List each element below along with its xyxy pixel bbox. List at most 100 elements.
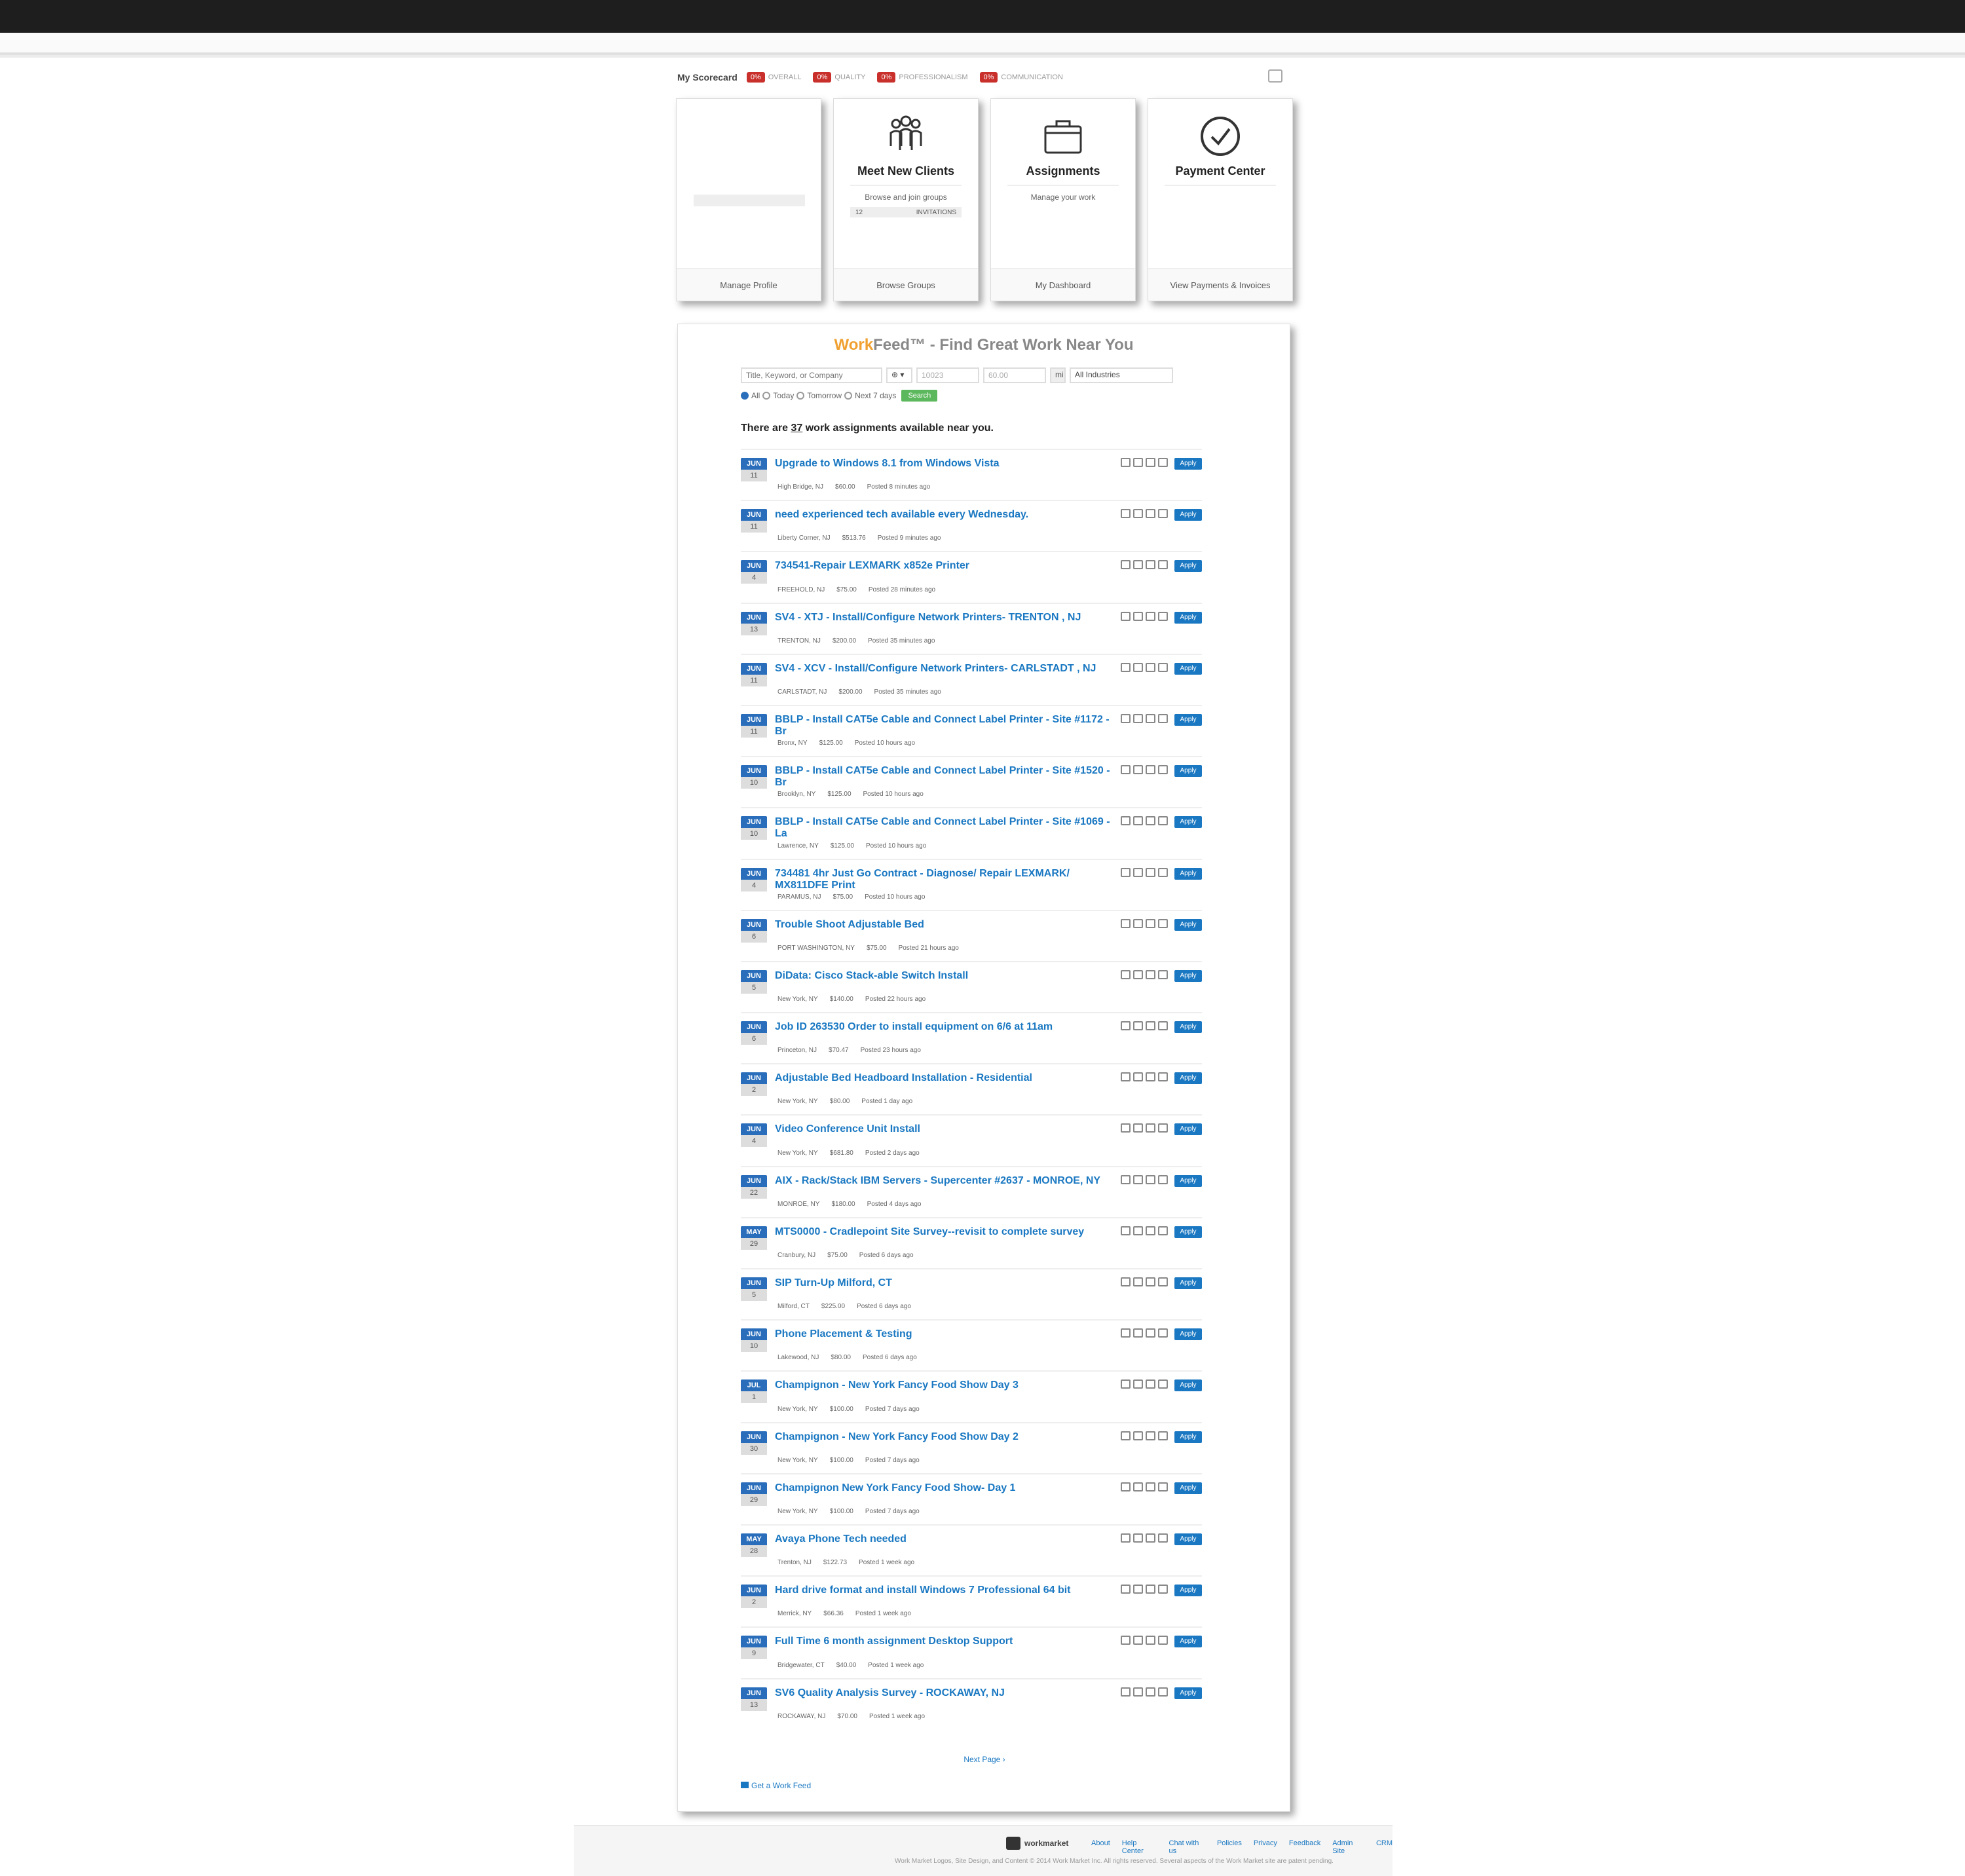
email-icon[interactable] bbox=[1158, 816, 1168, 826]
facebook-icon[interactable] bbox=[1133, 867, 1143, 877]
share-icon[interactable] bbox=[1146, 1533, 1155, 1543]
facebook-icon[interactable] bbox=[1133, 509, 1143, 519]
share-icon[interactable] bbox=[1146, 662, 1155, 672]
search-button[interactable]: Search bbox=[901, 390, 938, 402]
email-icon[interactable] bbox=[1158, 662, 1168, 672]
email-icon[interactable] bbox=[1158, 1482, 1168, 1491]
apply-button[interactable]: Apply bbox=[1174, 1226, 1202, 1238]
job-title-link[interactable]: AIX - Rack/Stack IBM Servers - Supercent… bbox=[775, 1175, 1115, 1187]
calendar-icon[interactable] bbox=[1121, 816, 1131, 826]
meet-new-clients-card[interactable]: Meet New Clients Browse and join groups … bbox=[833, 98, 979, 301]
apply-button[interactable]: Apply bbox=[1174, 1174, 1202, 1187]
radio-all[interactable] bbox=[741, 392, 749, 400]
job-title-link[interactable]: BBLP - Install CAT5e Cable and Connect L… bbox=[775, 714, 1115, 738]
payment-center-card[interactable]: Payment Center View Payments & Invoices bbox=[1148, 98, 1293, 301]
assignments-card[interactable]: Assignments Manage your work My Dashboar… bbox=[990, 98, 1136, 301]
job-title-link[interactable]: need experienced tech available every We… bbox=[775, 509, 1115, 521]
calendar-icon[interactable] bbox=[1121, 1379, 1131, 1389]
job-title-link[interactable]: Hard drive format and install Windows 7 … bbox=[775, 1585, 1115, 1596]
apply-button[interactable]: Apply bbox=[1174, 765, 1202, 778]
calendar-icon[interactable] bbox=[1121, 662, 1131, 672]
email-icon[interactable] bbox=[1158, 918, 1168, 928]
share-icon[interactable] bbox=[1146, 765, 1155, 775]
share-icon[interactable] bbox=[1146, 1174, 1155, 1184]
job-title-link[interactable]: Champignon - New York Fancy Food Show Da… bbox=[775, 1379, 1115, 1391]
calendar-icon[interactable] bbox=[1121, 713, 1131, 723]
apply-button[interactable]: Apply bbox=[1174, 1431, 1202, 1443]
facebook-icon[interactable] bbox=[1133, 1533, 1143, 1543]
email-icon[interactable] bbox=[1158, 1072, 1168, 1082]
apply-button[interactable]: Apply bbox=[1174, 509, 1202, 521]
share-icon[interactable] bbox=[1146, 1021, 1155, 1031]
industry-select[interactable]: All Industries bbox=[1070, 367, 1173, 383]
email-icon[interactable] bbox=[1158, 867, 1168, 877]
facebook-icon[interactable] bbox=[1133, 1226, 1143, 1235]
apply-button[interactable]: Apply bbox=[1174, 918, 1202, 931]
facebook-icon[interactable] bbox=[1133, 1431, 1143, 1440]
invitations-bar[interactable]: 12 INVITATIONS bbox=[850, 207, 962, 217]
job-title-link[interactable]: DiData: Cisco Stack-able Switch Install bbox=[775, 970, 1115, 982]
footer-link-feedback[interactable]: Feedback bbox=[1289, 1839, 1320, 1855]
apply-button[interactable]: Apply bbox=[1174, 1379, 1202, 1392]
facebook-icon[interactable] bbox=[1133, 662, 1143, 672]
email-icon[interactable] bbox=[1158, 1431, 1168, 1440]
footer-link-about[interactable]: About bbox=[1091, 1839, 1110, 1855]
job-title-link[interactable]: Trouble Shoot Adjustable Bed bbox=[775, 919, 1115, 931]
email-icon[interactable] bbox=[1158, 1687, 1168, 1697]
calendar-icon[interactable] bbox=[1121, 918, 1131, 928]
radius-input[interactable] bbox=[983, 367, 1046, 383]
share-icon[interactable] bbox=[1146, 1379, 1155, 1389]
apply-button[interactable]: Apply bbox=[1174, 1687, 1202, 1699]
apply-button[interactable]: Apply bbox=[1174, 1482, 1202, 1494]
share-icon[interactable] bbox=[1146, 611, 1155, 621]
email-icon[interactable] bbox=[1158, 509, 1168, 519]
apply-button[interactable]: Apply bbox=[1174, 1533, 1202, 1545]
manage-profile-link[interactable]: Manage Profile bbox=[677, 268, 821, 301]
facebook-icon[interactable] bbox=[1133, 1174, 1143, 1184]
email-icon[interactable] bbox=[1158, 458, 1168, 467]
share-icon[interactable] bbox=[1146, 1328, 1155, 1338]
image-icon[interactable] bbox=[1268, 69, 1282, 83]
my-dashboard-link[interactable]: My Dashboard bbox=[991, 268, 1135, 301]
footer-link-admin[interactable]: Admin Site bbox=[1332, 1839, 1364, 1855]
email-icon[interactable] bbox=[1158, 765, 1168, 775]
share-icon[interactable] bbox=[1146, 560, 1155, 570]
share-icon[interactable] bbox=[1146, 458, 1155, 467]
facebook-icon[interactable] bbox=[1133, 1277, 1143, 1286]
job-title-link[interactable]: MTS0000 - Cradlepoint Site Survey--revis… bbox=[775, 1226, 1115, 1238]
email-icon[interactable] bbox=[1158, 1636, 1168, 1645]
share-icon[interactable] bbox=[1146, 1072, 1155, 1082]
job-title-link[interactable]: Phone Placement & Testing bbox=[775, 1328, 1115, 1340]
email-icon[interactable] bbox=[1158, 611, 1168, 621]
job-title-link[interactable]: Champignon New York Fancy Food Show- Day… bbox=[775, 1482, 1115, 1494]
facebook-icon[interactable] bbox=[1133, 918, 1143, 928]
scorecard-communication[interactable]: 0% COMMUNICATION bbox=[979, 72, 1063, 83]
email-icon[interactable] bbox=[1158, 969, 1168, 979]
share-icon[interactable] bbox=[1146, 1585, 1155, 1594]
footer-link-crm[interactable]: CRM bbox=[1376, 1839, 1393, 1855]
calendar-icon[interactable] bbox=[1121, 1021, 1131, 1031]
calendar-icon[interactable] bbox=[1121, 1482, 1131, 1491]
email-icon[interactable] bbox=[1158, 1379, 1168, 1389]
apply-button[interactable]: Apply bbox=[1174, 816, 1202, 829]
email-icon[interactable] bbox=[1158, 560, 1168, 570]
calendar-icon[interactable] bbox=[1121, 560, 1131, 570]
share-icon[interactable] bbox=[1146, 816, 1155, 826]
share-icon[interactable] bbox=[1146, 713, 1155, 723]
email-icon[interactable] bbox=[1158, 1123, 1168, 1133]
job-title-link[interactable]: SV6 Quality Analysis Survey - ROCKAWAY, … bbox=[775, 1687, 1115, 1699]
job-title-link[interactable]: SV4 - XCV - Install/Configure Network Pr… bbox=[775, 663, 1115, 675]
apply-button[interactable]: Apply bbox=[1174, 1123, 1202, 1136]
keyword-input[interactable] bbox=[741, 367, 882, 383]
job-title-link[interactable]: 734481 4hr Just Go Contract - Diagnose/ … bbox=[775, 868, 1115, 891]
calendar-icon[interactable] bbox=[1121, 1328, 1131, 1338]
profile-card[interactable]: Manage Profile bbox=[676, 98, 821, 301]
calendar-icon[interactable] bbox=[1121, 509, 1131, 519]
footer-link-chat[interactable]: Chat with us bbox=[1169, 1839, 1205, 1855]
zip-input[interactable] bbox=[916, 367, 979, 383]
apply-button[interactable]: Apply bbox=[1174, 458, 1202, 470]
apply-button[interactable]: Apply bbox=[1174, 1021, 1202, 1034]
facebook-icon[interactable] bbox=[1133, 1585, 1143, 1594]
distance-select[interactable]: ⊕ ▾ bbox=[886, 367, 912, 383]
facebook-icon[interactable] bbox=[1133, 713, 1143, 723]
